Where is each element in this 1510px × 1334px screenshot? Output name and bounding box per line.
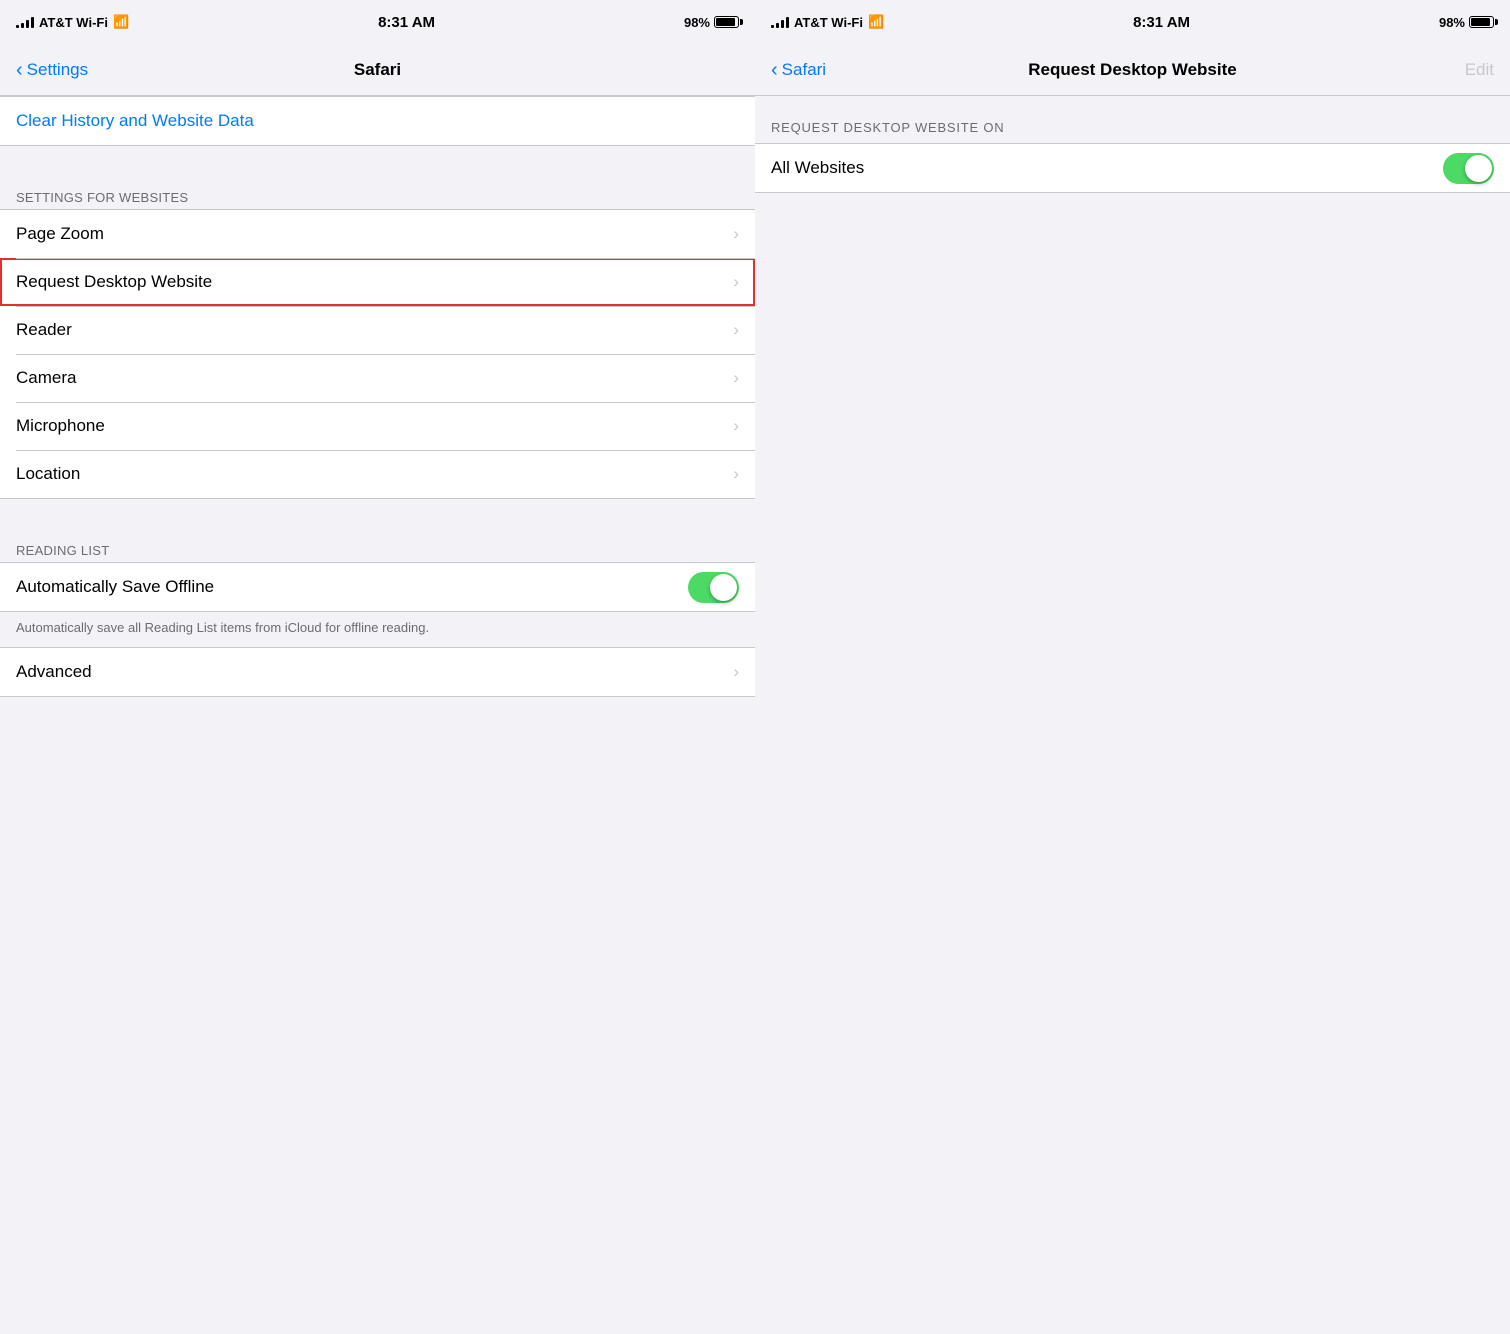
all-websites-group: All Websites [755,143,1510,193]
left-content: Clear History and Website Data SETTINGS … [0,96,755,1334]
settings-for-websites-header: SETTINGS FOR WEBSITES [0,182,755,209]
clear-history-label: Clear History and Website Data [16,111,739,131]
clear-history-group: Clear History and Website Data [0,96,755,146]
battery-fill [716,18,735,26]
auto-save-description: Automatically save all Reading List item… [0,612,755,647]
left-status-right: 98% [684,15,739,30]
back-label: Settings [27,60,88,80]
advanced-item[interactable]: Advanced › [0,648,755,696]
advanced-chevron-icon: › [733,662,739,682]
back-to-safari-button[interactable]: ‹ Safari [771,60,826,80]
back-to-settings-button[interactable]: ‹ Settings [16,60,88,80]
right-battery-percent-label: 98% [1439,15,1465,30]
right-page-title: Request Desktop Website [1028,60,1236,80]
battery-icon [714,16,739,28]
right-panel: AT&T Wi-Fi 📶 8:31 AM 98% ‹ Safari Reques… [755,0,1510,1334]
left-nav-bar: ‹ Settings Safari [0,44,755,96]
right-back-chevron-icon: ‹ [771,60,778,80]
carrier-label: AT&T Wi-Fi [39,15,108,30]
reader-label: Reader [16,320,733,340]
auto-save-toggle[interactable] [688,572,739,603]
request-desktop-website-on-header: REQUEST DESKTOP WEBSITE ON [755,96,1510,143]
right-time: 8:31 AM [1133,14,1190,31]
all-websites-item[interactable]: All Websites [755,144,1510,192]
gap-2 [0,499,755,535]
all-websites-toggle-knob [1465,155,1492,182]
right-signal-bars-icon [771,16,789,28]
right-battery-fill [1471,18,1490,26]
right-wifi-icon: 📶 [868,14,884,30]
page-zoom-chevron-icon: › [733,224,739,244]
right-nav-bar: ‹ Safari Request Desktop Website Edit [755,44,1510,96]
reading-list-header: READING LIST [0,535,755,562]
clear-history-item[interactable]: Clear History and Website Data [0,97,755,145]
wifi-icon: 📶 [113,14,129,30]
signal-bars-icon [16,16,34,28]
location-label: Location [16,464,733,484]
right-carrier-label: AT&T Wi-Fi [794,15,863,30]
back-chevron-icon: ‹ [16,60,23,80]
camera-item[interactable]: Camera › [0,354,755,402]
auto-save-offline-label: Automatically Save Offline [16,577,688,597]
auto-save-offline-item[interactable]: Automatically Save Offline [0,563,755,611]
left-panel: AT&T Wi-Fi 📶 8:31 AM 98% ‹ Settings Safa… [0,0,755,1334]
microphone-label: Microphone [16,416,733,436]
all-websites-toggle[interactable] [1443,153,1494,184]
advanced-group: Advanced › [0,647,755,697]
edit-button[interactable]: Edit [1465,60,1494,80]
microphone-item[interactable]: Microphone › [0,402,755,450]
location-chevron-icon: › [733,464,739,484]
location-item[interactable]: Location › [0,450,755,498]
battery-percent-label: 98% [684,15,710,30]
right-battery-icon [1469,16,1494,28]
right-content: REQUEST DESKTOP WEBSITE ON All Websites [755,96,1510,1334]
camera-chevron-icon: › [733,368,739,388]
right-status-left: AT&T Wi-Fi 📶 [771,14,884,30]
request-desktop-website-label: Request Desktop Website [16,272,733,292]
reader-chevron-icon: › [733,320,739,340]
request-desktop-website-item[interactable]: Request Desktop Website › [0,258,755,306]
camera-label: Camera [16,368,733,388]
all-websites-label: All Websites [771,158,1443,178]
right-status-bar: AT&T Wi-Fi 📶 8:31 AM 98% [755,0,1510,44]
reading-list-group: Automatically Save Offline [0,562,755,612]
right-back-label: Safari [782,60,826,80]
gap-1 [0,146,755,182]
right-status-right: 98% [1439,15,1494,30]
page-zoom-item[interactable]: Page Zoom › [0,210,755,258]
left-time: 8:31 AM [378,14,435,31]
page-title: Safari [354,60,401,80]
request-desktop-chevron-icon: › [733,272,739,292]
left-status-left: AT&T Wi-Fi 📶 [16,14,129,30]
page-zoom-label: Page Zoom [16,224,733,244]
settings-for-websites-group: Page Zoom › Request Desktop Website › Re… [0,209,755,499]
left-status-bar: AT&T Wi-Fi 📶 8:31 AM 98% [0,0,755,44]
microphone-chevron-icon: › [733,416,739,436]
advanced-label: Advanced [16,662,733,682]
reader-item[interactable]: Reader › [0,306,755,354]
toggle-knob [710,574,737,601]
